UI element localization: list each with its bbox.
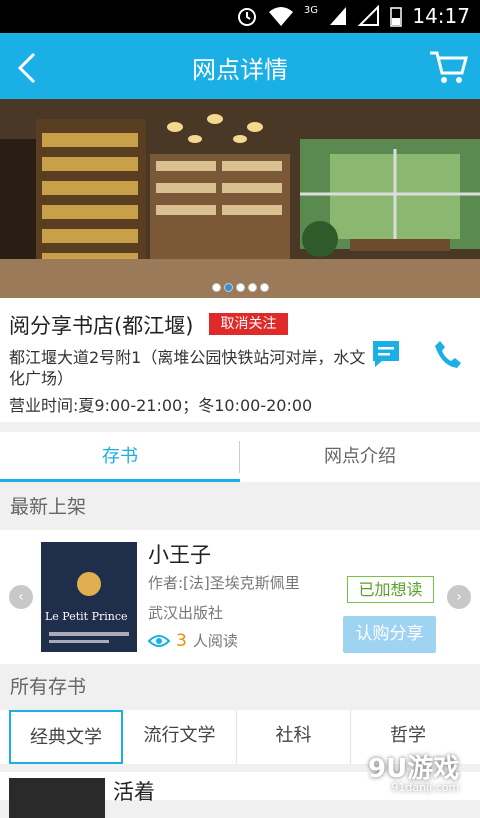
network-type: 3G — [303, 4, 318, 16]
store-photo-banner[interactable] — [0, 99, 480, 298]
status-time: 14:17 — [412, 4, 470, 28]
cart-icon[interactable] — [428, 47, 468, 87]
pagination-dot[interactable] — [260, 283, 269, 292]
store-name: 阅分享书店(都江堰) — [9, 314, 194, 338]
section-new-arrivals: 最新上架 — [0, 484, 480, 530]
prev-arrow-icon[interactable]: ‹ — [9, 585, 33, 609]
signal-icon — [330, 7, 346, 25]
status-bar: 3G 14:17 — [0, 0, 480, 33]
cover-title: Le Petit Prince — [45, 610, 128, 623]
page-title: 网点详情 — [192, 56, 288, 84]
banner-pagination — [212, 283, 269, 292]
next-arrow-icon[interactable]: › — [447, 585, 471, 609]
read-count: 3 人阅读 — [148, 630, 238, 651]
bookstore-photo — [0, 99, 480, 298]
signal-empty-icon — [358, 5, 379, 26]
store-info: 阅分享书店(都江堰) 取消关注 都江堰大道2号附1（离堆公园快铁站河对岸，水文化… — [0, 298, 480, 422]
status-icons: 3G — [236, 5, 402, 27]
alarm-icon — [237, 8, 256, 26]
phone-icon[interactable] — [432, 338, 464, 370]
unfollow-button[interactable]: 取消关注 — [209, 313, 288, 335]
category-popular-literature[interactable]: 流行文学 — [123, 710, 237, 764]
book-author: 作者:[法]圣埃克斯佩里 — [148, 574, 300, 592]
buy-share-button[interactable]: 认购分享 — [343, 616, 436, 653]
want-to-read-button[interactable]: 已加想读 — [347, 576, 434, 603]
message-icon[interactable] — [370, 338, 402, 370]
title-bar: 网点详情 — [0, 33, 480, 99]
book-title[interactable]: 小王子 — [148, 539, 211, 569]
category-classic-literature[interactable]: 经典文学 — [9, 710, 123, 764]
store-hours: 营业时间:夏9:00-21:00；冬10:00-20:00 — [9, 396, 313, 415]
battery-icon — [390, 7, 402, 27]
store-address: 都江堰大道2号附1（离堆公园快铁站河对岸，水文化广场） — [9, 348, 366, 388]
tab-bar: 存书 网点介绍 — [0, 432, 480, 482]
pagination-dot[interactable] — [212, 283, 221, 292]
watermark-brand: 9U游戏 — [368, 754, 460, 784]
tab-store-intro[interactable]: 网点介绍 — [240, 432, 480, 482]
category-social-science[interactable]: 社科 — [237, 710, 351, 764]
pagination-dot-active[interactable] — [224, 283, 233, 292]
book-cover[interactable]: Le Petit Prince — [41, 542, 137, 652]
cover-art — [49, 572, 129, 643]
featured-book[interactable]: ‹ Le Petit Prince 小王子 作者:[法]圣埃克斯佩里 武汉出版社… — [0, 530, 480, 664]
eye-icon — [148, 634, 170, 647]
pagination-dot[interactable] — [236, 283, 245, 292]
read-count-number: 3 — [176, 630, 187, 651]
book-publisher: 武汉出版社 — [148, 604, 224, 622]
watermark-logo: 9U游戏 91danji.com — [368, 748, 459, 794]
pagination-dot[interactable] — [248, 283, 257, 292]
read-count-suffix: 人阅读 — [192, 632, 238, 650]
section-all-books: 所有存书 — [0, 664, 480, 710]
tab-stored-books[interactable]: 存书 — [0, 432, 240, 482]
wifi-icon — [268, 7, 293, 26]
book-title[interactable]: 活着 — [113, 776, 155, 806]
book-cover[interactable] — [9, 778, 105, 818]
